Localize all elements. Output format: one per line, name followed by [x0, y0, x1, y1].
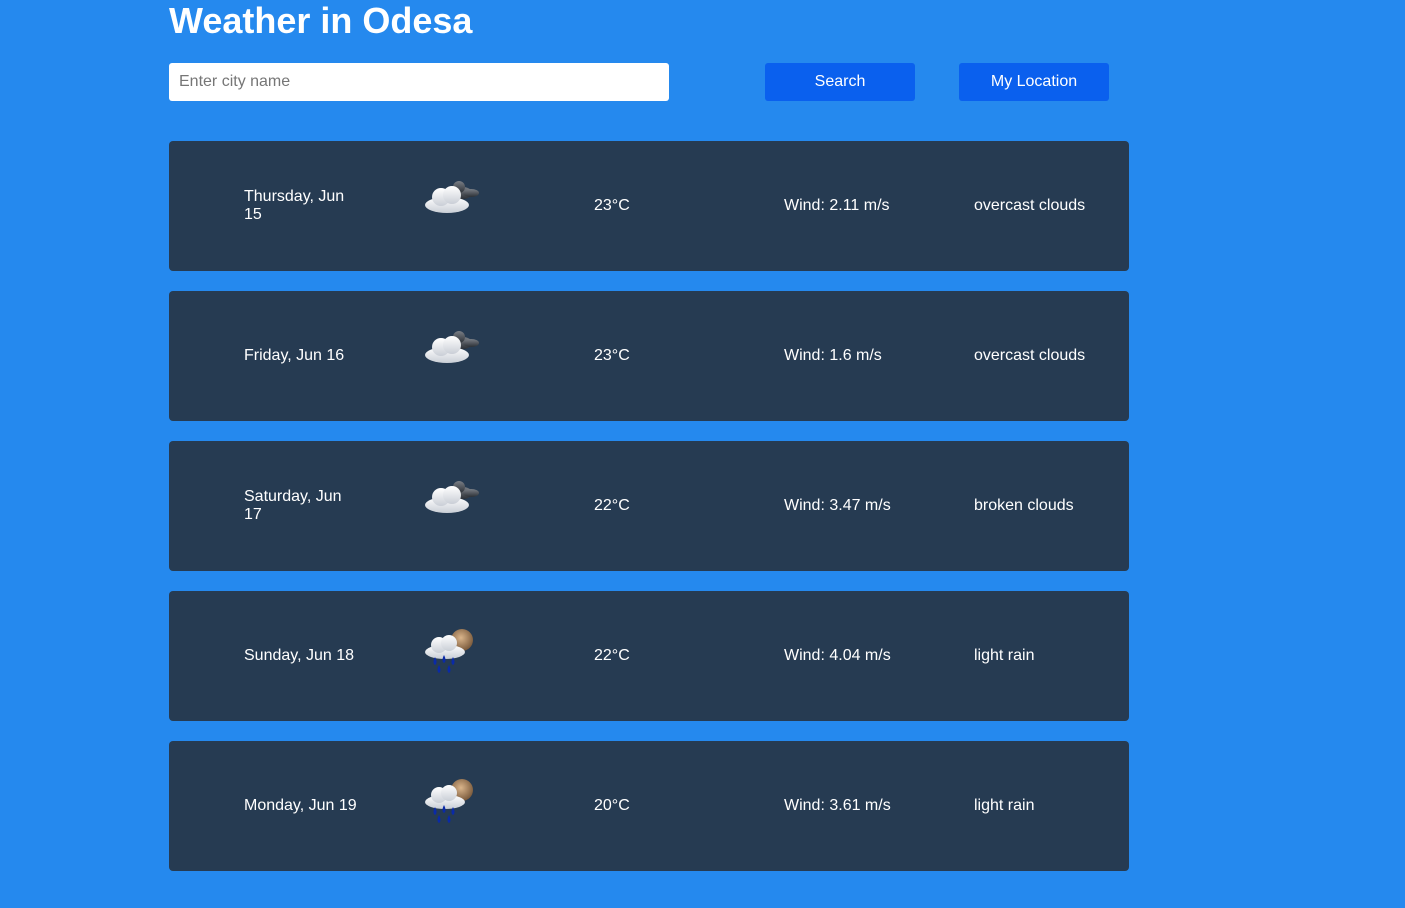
forecast-wind: Wind: 3.61 m/s: [784, 797, 891, 814]
weather-page: Weather in Odesa Search My Location Thur…: [0, 0, 1405, 908]
forecast-description: light rain: [974, 647, 1035, 664]
forecast-temperature: 20°C: [594, 797, 630, 814]
my-location-button[interactable]: My Location: [959, 63, 1109, 101]
forecast-temperature: 22°C: [594, 647, 630, 664]
forecast-card: Thursday, Jun 15 23°C Wind: 2.11 m/s ove…: [169, 141, 1129, 271]
forecast-wind: Wind: 3.47 m/s: [784, 497, 891, 514]
overcast-clouds-icon: [419, 325, 483, 375]
page-title: Weather in Odesa: [169, 0, 473, 41]
broken-clouds-icon: [419, 475, 483, 525]
light-rain-icon: [419, 625, 483, 675]
forecast-wind: Wind: 2.11 m/s: [784, 197, 890, 214]
forecast-description: overcast clouds: [974, 197, 1086, 214]
forecast-temperature: 23°C: [594, 197, 630, 214]
forecast-card: Monday, Jun 19 20°C Wind: 3.61 m/s light…: [169, 741, 1129, 871]
forecast-date: Thursday, Jun 15: [244, 188, 345, 223]
forecast-wind: Wind: 4.04 m/s: [784, 647, 891, 664]
forecast-card: Saturday, Jun 17 22°C Wind: 3.47 m/s bro…: [169, 441, 1129, 571]
forecast-list: Thursday, Jun 15 23°C Wind: 2.11 m/s ove…: [169, 141, 1129, 891]
forecast-date: Sunday, Jun 18: [244, 647, 355, 664]
forecast-temperature: 23°C: [594, 347, 630, 364]
forecast-temperature: 22°C: [594, 497, 630, 514]
forecast-description: broken clouds: [974, 497, 1074, 514]
city-search-input[interactable]: [169, 63, 669, 101]
forecast-card: Sunday, Jun 18 22°C Wind: 4.04 m/s light…: [169, 591, 1129, 721]
forecast-date: Monday, Jun 19: [244, 797, 357, 814]
overcast-clouds-icon: [419, 175, 483, 225]
forecast-wind: Wind: 1.6 m/s: [784, 347, 882, 364]
light-rain-icon: [419, 775, 483, 825]
forecast-date: Friday, Jun 16: [244, 347, 345, 364]
forecast-card: Friday, Jun 16 23°C Wind: 1.6 m/s overca…: [169, 291, 1129, 421]
forecast-description: light rain: [974, 797, 1035, 814]
forecast-description: overcast clouds: [974, 347, 1086, 364]
forecast-date: Saturday, Jun 17: [244, 488, 342, 523]
search-button[interactable]: Search: [765, 63, 915, 101]
